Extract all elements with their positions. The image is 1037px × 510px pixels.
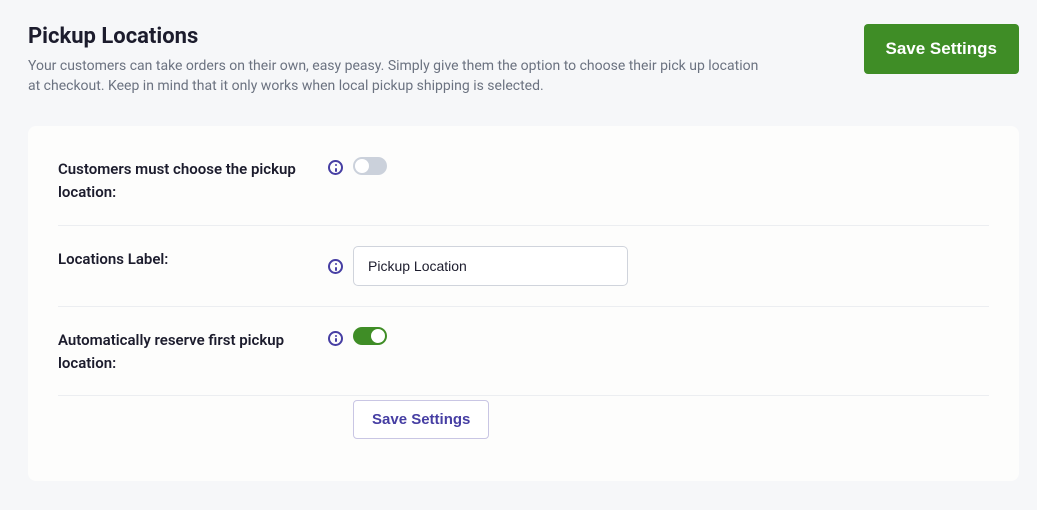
toggle-must-choose[interactable] [353, 157, 387, 175]
info-icon[interactable] [328, 259, 343, 274]
form-row-must-choose: Customers must choose the pickup locatio… [58, 156, 989, 226]
locations-label-input[interactable] [353, 246, 628, 286]
toggle-knob [355, 159, 369, 173]
header-text: Pickup Locations Your customers can take… [28, 24, 768, 96]
page-description: Your customers can take orders on their … [28, 57, 768, 96]
control-auto-reserve [328, 327, 387, 346]
page-title: Pickup Locations [28, 24, 768, 49]
form-row-locations-label: Locations Label: [58, 226, 989, 307]
save-settings-button-secondary[interactable]: Save Settings [353, 400, 489, 439]
info-icon[interactable] [328, 160, 343, 175]
settings-card: Customers must choose the pickup locatio… [28, 126, 1019, 481]
control-must-choose [328, 156, 387, 175]
label-locations-label: Locations Label: [58, 246, 328, 271]
form-row-auto-reserve: Automatically reserve first pickup locat… [58, 307, 989, 397]
toggle-knob [371, 329, 385, 343]
label-auto-reserve: Automatically reserve first pickup locat… [58, 327, 328, 376]
label-must-choose: Customers must choose the pickup locatio… [58, 156, 328, 205]
form-actions: Save Settings [353, 400, 989, 439]
toggle-auto-reserve[interactable] [353, 327, 387, 345]
page-header: Pickup Locations Your customers can take… [0, 0, 1037, 96]
control-locations-label [328, 246, 628, 286]
save-settings-button[interactable]: Save Settings [864, 24, 1020, 74]
info-icon[interactable] [328, 331, 343, 346]
